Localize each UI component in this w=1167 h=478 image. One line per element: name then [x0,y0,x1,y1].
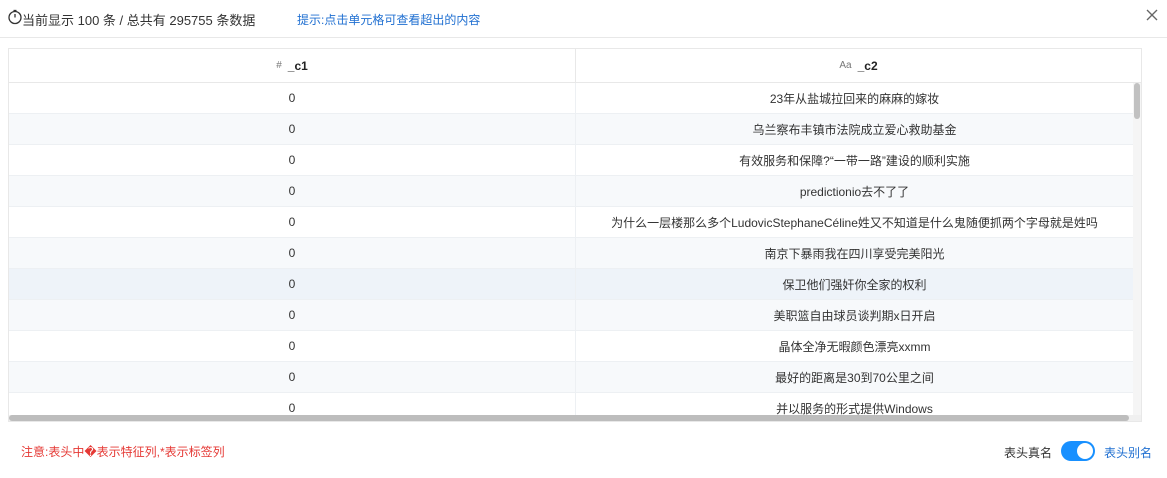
cell-c1[interactable]: 0 [9,300,576,330]
table-row: 0 保卫他们强奸你全家的权利 [9,269,1133,300]
toggle-knob [1077,443,1093,459]
real-header-label: 表头真名 [1004,446,1053,460]
alias-header-label: 表头别名 [1104,446,1153,460]
table-row: 0 为什么一层楼那么多个LudovicStephaneCéline姓又不知道是什么… [9,207,1133,238]
table-row: 0 南京下暴雨我在四川享受完美阳光 [9,238,1133,269]
dialog-header: 当前显示 100 条 / 总共有 295755 条数据 提示:点击单元格可查看超… [0,0,1167,38]
cell-c2[interactable]: 为什么一层楼那么多个LudovicStephaneCéline姓又不知道是什么鬼… [576,207,1133,237]
cell-c1[interactable]: 0 [9,145,576,175]
close-icon[interactable] [1145,8,1159,22]
column-header-c2[interactable]: Aa _c2 [576,49,1141,82]
horizontal-scroll-thumb[interactable] [9,415,1129,421]
click-hint-text: 提示:点击单元格可查看超出的内容 [297,13,481,27]
cell-c2[interactable]: 美职篮自由球员谈判期x日开启 [576,300,1133,330]
cell-c1[interactable]: 0 [9,238,576,268]
vertical-scroll-thumb[interactable] [1134,83,1140,119]
cell-c1[interactable]: 0 [9,393,576,415]
vertical-scrollbar[interactable] [1133,83,1141,415]
column-legend-note: 注意:表头中�表示特征列,*表示标签列 [21,445,225,459]
cell-c1[interactable]: 0 [9,207,576,237]
text-type-icon: Aa [839,60,852,71]
cell-c2[interactable]: 乌兰察布丰镇市法院成立爱心救助基金 [576,114,1133,144]
cell-c2[interactable]: 23年从盐城拉回来的麻麻的嫁妆 [576,83,1133,113]
table-row: 0 有效服务和保障?“一带一路”建设的顺利实施 [9,145,1133,176]
table-body: 0 23年从盐城拉回来的麻麻的嫁妆 0 乌兰察布丰镇市法院成立爱心救助基金 0 有效服务和… [9,83,1133,415]
column-header-c1[interactable]: # _c1 [9,49,576,82]
cell-c1[interactable]: 0 [9,331,576,361]
cell-c1[interactable]: 0 [9,176,576,206]
cell-c1[interactable]: 0 [9,83,576,113]
horizontal-scrollbar[interactable] [9,415,1141,421]
cell-c2[interactable]: 有效服务和保障?“一带一路”建设的顺利实施 [576,145,1133,175]
table-row: 0 晶体全净无暇颜色漂亮xxmm [9,331,1133,362]
table-row: 0 predictionio去不了了 [9,176,1133,207]
cell-c1[interactable]: 0 [9,362,576,392]
table-header: # _c1 Aa _c2 [9,49,1141,83]
cell-c2[interactable]: predictionio去不了了 [576,176,1133,206]
column-name: _c1 [287,58,308,73]
table-row: 0 乌兰察布丰镇市法院成立爱心救助基金 [9,114,1133,145]
record-count-summary: 当前显示 100 条 / 总共有 295755 条数据 [22,13,256,28]
cell-c2[interactable]: 南京下暴雨我在四川享受完美阳光 [576,238,1133,268]
table-row: 0 23年从盐城拉回来的麻麻的嫁妆 [9,83,1133,114]
cell-c2[interactable]: 晶体全净无暇颜色漂亮xxmm [576,331,1133,361]
table-row: 0 最好的距离是30到70公里之间 [9,362,1133,393]
numeric-type-icon: # [276,60,282,71]
cell-c2[interactable]: 最好的距离是30到70公里之间 [576,362,1133,392]
table-row: 0 并以服务的形式提供Windows [9,393,1133,415]
cell-c1[interactable]: 0 [9,114,576,144]
cell-c2[interactable]: 保卫他们强奸你全家的权利 [576,269,1133,299]
column-name: _c2 [857,58,878,73]
table-row: 0 美职篮自由球员谈判期x日开启 [9,300,1133,331]
clock-icon [7,9,23,25]
cell-c1[interactable]: 0 [9,269,576,299]
cell-c2[interactable]: 并以服务的形式提供Windows [576,393,1133,416]
data-preview-table: # _c1 Aa _c2 0 23年从盐城拉回来的麻麻的嫁妆 0 乌兰察布丰镇市法院成… [8,48,1142,422]
header-name-toggle[interactable] [1061,441,1095,461]
